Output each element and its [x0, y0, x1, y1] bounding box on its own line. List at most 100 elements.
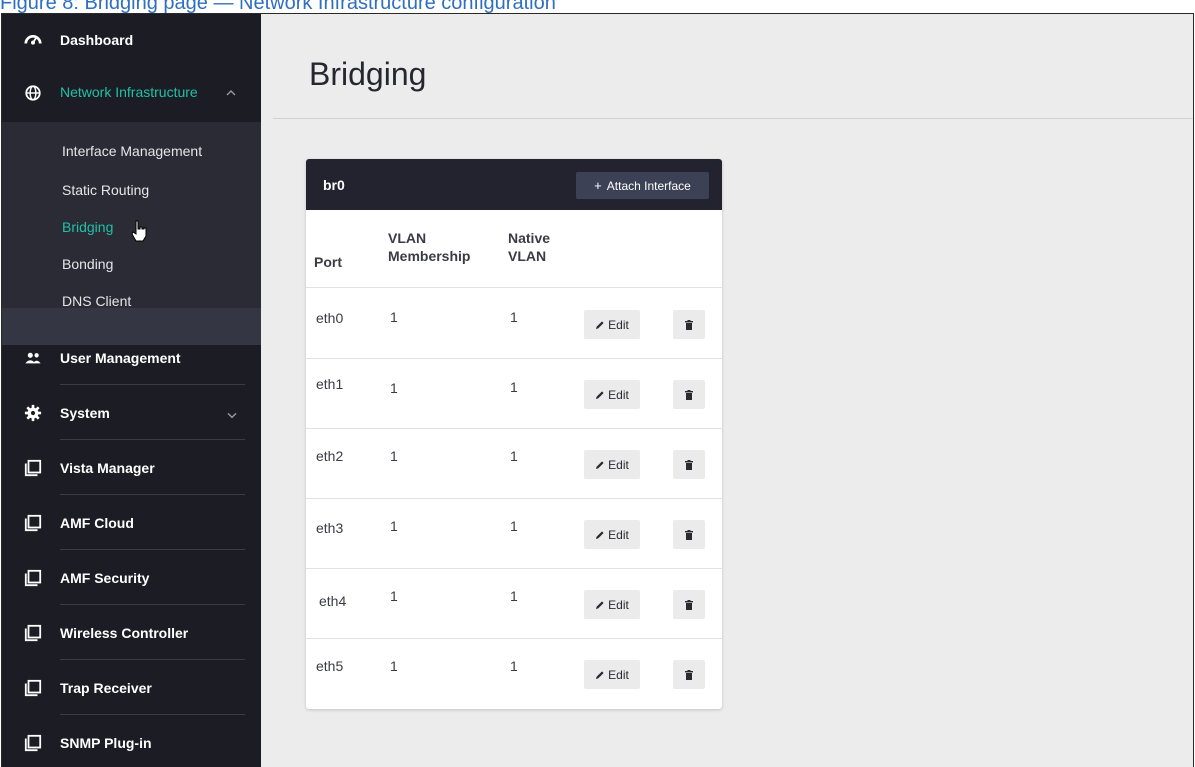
table-row: eth1 1 1 Edit — [306, 359, 722, 429]
table-header: Port VLAN Membership Native VLAN — [306, 210, 722, 288]
trash-icon — [685, 319, 693, 330]
column-header-vlan-membership: VLAN Membership — [388, 229, 470, 265]
title-divider — [273, 118, 1193, 119]
edit-button-label: Edit — [608, 527, 629, 542]
edit-button[interactable]: Edit — [584, 310, 640, 339]
window-icon — [24, 679, 42, 696]
pencil-icon — [596, 600, 604, 609]
chevron-down-icon — [227, 412, 237, 418]
nav-user-management-label: User Management — [60, 349, 181, 366]
hand-cursor-icon — [131, 220, 147, 242]
cell-native-vlan: 1 — [510, 588, 518, 604]
trash-icon — [685, 459, 693, 470]
nav-wireless-controller-label: Wireless Controller — [60, 624, 189, 641]
nav-trap-receiver[interactable]: Trap Receiver — [2, 660, 261, 715]
nav-network-infrastructure[interactable]: Network Infrastructure — [2, 64, 261, 122]
edit-button-label: Edit — [608, 597, 629, 612]
table-row: eth0 1 1 Edit — [306, 289, 722, 359]
plus-icon: + — [594, 178, 602, 193]
nav-amf-security-label: AMF Security — [60, 569, 150, 586]
column-header-line: VLAN — [508, 248, 547, 264]
cell-native-vlan: 1 — [510, 448, 518, 464]
delete-button[interactable] — [673, 660, 705, 689]
delete-button[interactable] — [673, 310, 705, 339]
nav-trap-receiver-label: Trap Receiver — [60, 679, 152, 696]
cell-port: eth4 — [319, 593, 347, 609]
trash-icon — [685, 599, 693, 610]
cell-vlan-membership: 1 — [390, 588, 398, 604]
edit-button[interactable]: Edit — [584, 450, 640, 479]
column-header-line: Native — [508, 230, 551, 246]
pencil-icon — [596, 670, 604, 679]
nav-vista-manager[interactable]: Vista Manager — [2, 440, 261, 495]
chevron-up-icon — [226, 90, 236, 96]
table-row: eth5 1 1 Edit — [306, 639, 722, 709]
window-icon — [24, 514, 42, 531]
network-infrastructure-submenu: Interface Management Static Routing Brid… — [2, 122, 261, 345]
cell-port: eth5 — [316, 658, 344, 674]
table-row: eth3 1 1 Edit — [306, 499, 722, 569]
nav-network-infrastructure-label: Network Infrastructure — [60, 84, 198, 100]
bridge-name: br0 — [323, 177, 345, 193]
delete-button[interactable] — [673, 380, 705, 409]
app-window: Dashboard Network Infrastructure Interfa… — [1, 13, 1194, 767]
edit-button[interactable]: Edit — [584, 590, 640, 619]
page-title: Bridging — [309, 56, 427, 92]
main-content: Bridging br0 + Attach Interface Port VLA… — [261, 14, 1193, 767]
sub-item-dns-client[interactable]: DNS Client — [62, 293, 131, 309]
delete-button[interactable] — [673, 520, 705, 549]
nav-user-management[interactable]: User Management — [2, 330, 261, 385]
cell-native-vlan: 1 — [510, 379, 518, 395]
cell-vlan-membership: 1 — [390, 658, 398, 674]
delete-button[interactable] — [673, 590, 705, 619]
window-icon — [24, 624, 42, 641]
nav-system-label: System — [60, 404, 110, 421]
nav-snmp-plugin-label: SNMP Plug-in — [60, 734, 152, 751]
cell-native-vlan: 1 — [510, 518, 518, 534]
nav-snmp-plugin[interactable]: SNMP Plug-in — [2, 715, 261, 767]
figure-caption: Figure 8: Bridging page — Network Infras… — [0, 0, 556, 14]
window-icon — [24, 734, 42, 751]
sub-item-static-routing[interactable]: Static Routing — [62, 182, 149, 198]
users-icon — [25, 352, 41, 363]
nav-vista-manager-label: Vista Manager — [60, 459, 155, 476]
edit-button-label: Edit — [608, 317, 629, 332]
column-header-port: Port — [314, 253, 342, 271]
globe-icon — [25, 85, 41, 101]
cell-port: eth0 — [316, 310, 344, 326]
trash-icon — [685, 389, 693, 400]
edit-button[interactable]: Edit — [584, 660, 640, 689]
table-row: eth4 1 1 Edit — [306, 569, 722, 639]
bridge-card: br0 + Attach Interface Port VLAN Members… — [306, 159, 722, 709]
column-header-line: VLAN — [388, 230, 427, 246]
column-header-port-text: Port — [314, 254, 342, 270]
delete-button[interactable] — [673, 450, 705, 479]
pencil-icon — [596, 390, 604, 399]
column-header-line: Membership — [388, 248, 471, 264]
cell-vlan-membership: 1 — [390, 448, 398, 464]
sub-item-interface-management[interactable]: Interface Management — [62, 143, 202, 159]
table-row: eth2 1 1 Edit — [306, 429, 722, 499]
edit-button[interactable]: Edit — [584, 520, 640, 549]
nav-dashboard[interactable]: Dashboard — [2, 14, 261, 64]
edit-button-label: Edit — [608, 667, 629, 682]
cell-vlan-membership: 1 — [390, 518, 398, 534]
bridge-card-header: br0 + Attach Interface — [306, 159, 722, 210]
cell-port: eth3 — [316, 520, 344, 536]
trash-icon — [685, 669, 693, 680]
caption-strip: Figure 8: Bridging page — Network Infras… — [0, 0, 1195, 14]
pencil-icon — [596, 460, 604, 469]
sub-item-bridging[interactable]: Bridging — [62, 219, 113, 235]
column-header-native-vlan: Native VLAN — [508, 229, 550, 265]
dashboard-gauge-icon — [24, 35, 42, 45]
nav-amf-cloud[interactable]: AMF Cloud — [2, 495, 261, 550]
pencil-icon — [596, 320, 604, 329]
nav-system[interactable]: System — [2, 385, 261, 440]
attach-interface-button[interactable]: + Attach Interface — [576, 172, 709, 199]
edit-button-label: Edit — [608, 457, 629, 472]
sub-item-bonding[interactable]: Bonding — [62, 256, 113, 272]
nav-amf-security[interactable]: AMF Security — [2, 550, 261, 605]
edit-button[interactable]: Edit — [584, 380, 640, 409]
nav-dashboard-label: Dashboard — [60, 32, 134, 48]
nav-wireless-controller[interactable]: Wireless Controller — [2, 605, 261, 660]
